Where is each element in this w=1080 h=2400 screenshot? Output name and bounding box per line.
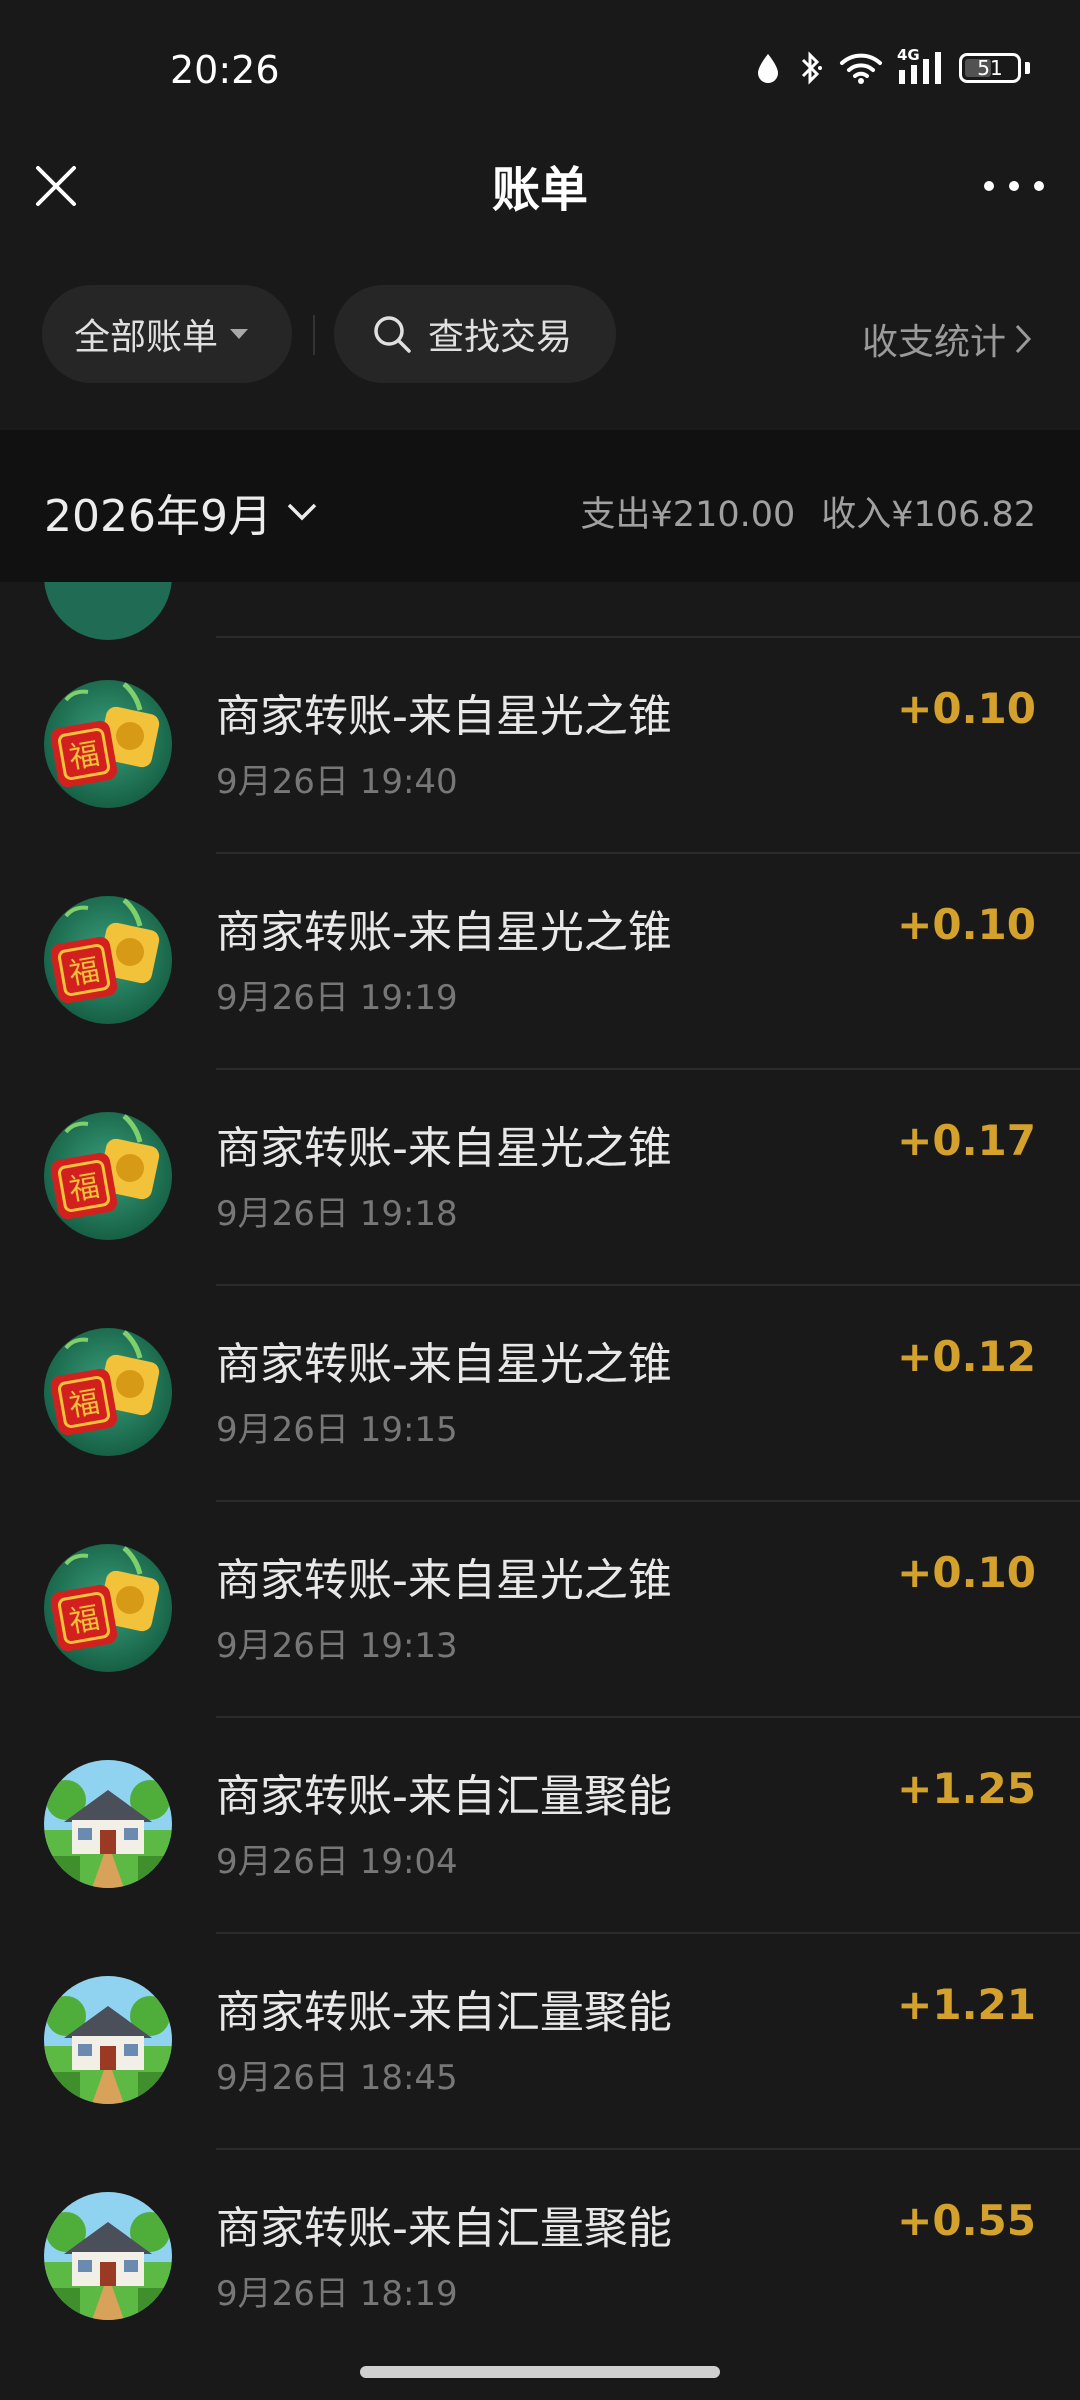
farmhouse-icon [44, 2192, 172, 2320]
transaction-amount: +1.25 [897, 1764, 1036, 1813]
more-dot-icon [1034, 181, 1044, 191]
transaction-amount: +0.55 [897, 2196, 1036, 2245]
transaction-row[interactable]: 福 商家转账-来自星光之锥 9月26日 19:19 +0.10 [0, 854, 1080, 1070]
transaction-row[interactable]: 商家转账-来自汇量聚能 9月26日 18:45 +1.21 [0, 1934, 1080, 2150]
more-dot-icon [1009, 181, 1019, 191]
svg-text:福: 福 [67, 737, 103, 777]
transaction-title: 商家转账-来自星光之锥 [216, 907, 672, 958]
fortune-game-icon: 福 [44, 1328, 172, 1456]
svg-text:福: 福 [67, 1601, 103, 1641]
transaction-avatar [44, 1976, 172, 2104]
chevron-down-icon [287, 503, 317, 521]
battery-nub [1025, 62, 1030, 74]
fortune-game-icon [44, 582, 172, 640]
search-label: 查找交易 [428, 317, 573, 358]
transaction-list[interactable]: 福 商家转账-来自星光之锥 9月26日 19:40 +0.10 福 商家转账-来自星… [0, 582, 1080, 2352]
transaction-avatar: 福 [44, 896, 172, 1024]
farmhouse-icon [44, 1976, 172, 2104]
nav-bar: 账单 [0, 140, 1080, 260]
transaction-title: 商家转账-来自星光之锥 [216, 1339, 672, 1390]
transaction-title: 商家转账-来自汇量聚能 [216, 1771, 672, 1822]
transaction-row[interactable]: 商家转账-来自汇量聚能 9月26日 19:04 +1.25 [0, 1718, 1080, 1934]
more-button[interactable] [984, 166, 1044, 206]
battery-icon: 51 [959, 53, 1021, 83]
transaction-time: 9月26日 19:18 [216, 1194, 458, 1234]
svg-text:福: 福 [67, 1169, 103, 1209]
page-title: 账单 [491, 162, 588, 218]
bill-page: 20:26 4G 51 账单 全部账单 查找交易 收支统计 2026年9月 支出… [0, 0, 1080, 2400]
month-income: 收入¥106.82 [821, 495, 1036, 535]
fortune-game-icon: 福 [44, 1112, 172, 1240]
search-icon [374, 316, 411, 353]
month-header: 2026年9月 支出¥210.00 收入¥106.82 [0, 430, 1080, 582]
battery-percent: 51 [977, 56, 1003, 80]
transaction-avatar: 福 [44, 1544, 172, 1672]
filter-bar: 全部账单 查找交易 收支统计 [0, 285, 1080, 385]
transaction-amount: +0.10 [897, 900, 1036, 949]
filter-divider [313, 315, 315, 355]
all-bills-label: 全部账单 [74, 317, 219, 358]
status-time: 20:26 [170, 48, 280, 92]
status-icons: 4G 51 [755, 46, 1030, 86]
transaction-title: 商家转账-来自汇量聚能 [216, 1987, 672, 2038]
more-dot-icon [984, 181, 994, 191]
transaction-avatar [44, 2192, 172, 2320]
transaction-row[interactable]: 福 商家转账-来自星光之锥 9月26日 19:15 +0.12 [0, 1286, 1080, 1502]
transaction-avatar: 福 [44, 1112, 172, 1240]
transaction-row[interactable]: 福 商家转账-来自星光之锥 9月26日 19:18 +0.17 [0, 1070, 1080, 1286]
fortune-game-icon: 福 [44, 896, 172, 1024]
bluetooth-icon [801, 51, 822, 85]
svg-text:福: 福 [67, 1385, 103, 1425]
stats-label: 收支统计 [861, 322, 1006, 363]
transaction-time: 9月26日 19:40 [216, 762, 458, 802]
transaction-row[interactable]: 商家转账-来自汇量聚能 9月26日 18:19 +0.55 [0, 2150, 1080, 2352]
transaction-title: 商家转账-来自星光之锥 [216, 1555, 672, 1606]
transaction-time: 9月26日 19:04 [216, 1842, 458, 1882]
fortune-game-icon: 福 [44, 1544, 172, 1672]
transaction-time: 9月26日 18:45 [216, 2058, 458, 2098]
cellular-signal-icon: 4G [897, 46, 945, 86]
wifi-icon [840, 53, 882, 84]
month-selector[interactable]: 2026年9月 [44, 480, 318, 544]
transaction-title: 商家转账-来自汇量聚能 [216, 2203, 672, 2254]
all-bills-filter[interactable]: 全部账单 [42, 285, 292, 383]
transaction-amount: +0.10 [897, 684, 1036, 733]
transaction-amount: +1.21 [897, 1980, 1036, 2029]
farmhouse-icon [44, 1760, 172, 1888]
transaction-amount: +0.17 [897, 1116, 1036, 1165]
transaction-time: 9月26日 19:15 [216, 1410, 458, 1450]
income-expense-stats-link[interactable]: 收支统计 [862, 313, 1032, 365]
transaction-time: 9月26日 19:19 [216, 978, 458, 1018]
transaction-title: 商家转账-来自星光之锥 [216, 1123, 672, 1174]
status-bar: 20:26 4G 51 [0, 0, 1080, 140]
month-expense: 支出¥210.00 [580, 495, 796, 535]
svg-text:福: 福 [67, 953, 103, 993]
transaction-time: 9月26日 18:19 [216, 2274, 458, 2314]
transaction-avatar: 福 [44, 680, 172, 808]
transaction-avatar [44, 1760, 172, 1888]
transaction-avatar: 福 [44, 1328, 172, 1456]
transaction-row[interactable]: 福 商家转账-来自星光之锥 9月26日 19:40 +0.10 [0, 638, 1080, 854]
transaction-time: 9月26日 19:13 [216, 1626, 458, 1666]
transaction-row[interactable]: 福 商家转账-来自星光之锥 9月26日 19:13 +0.10 [0, 1502, 1080, 1718]
month-summary: 支出¥210.00 收入¥106.82 [581, 486, 1036, 537]
transaction-amount: +0.12 [897, 1332, 1036, 1381]
home-indicator[interactable] [360, 2366, 720, 2378]
chevron-right-icon [1015, 324, 1032, 354]
water-drop-icon [758, 54, 778, 83]
transaction-title: 商家转账-来自星光之锥 [216, 691, 672, 742]
search-transactions-button[interactable]: 查找交易 [334, 285, 616, 383]
fortune-game-icon: 福 [44, 680, 172, 808]
caret-down-icon [230, 329, 249, 339]
month-label: 2026年9月 [44, 491, 272, 542]
transaction-amount: +0.10 [897, 1548, 1036, 1597]
